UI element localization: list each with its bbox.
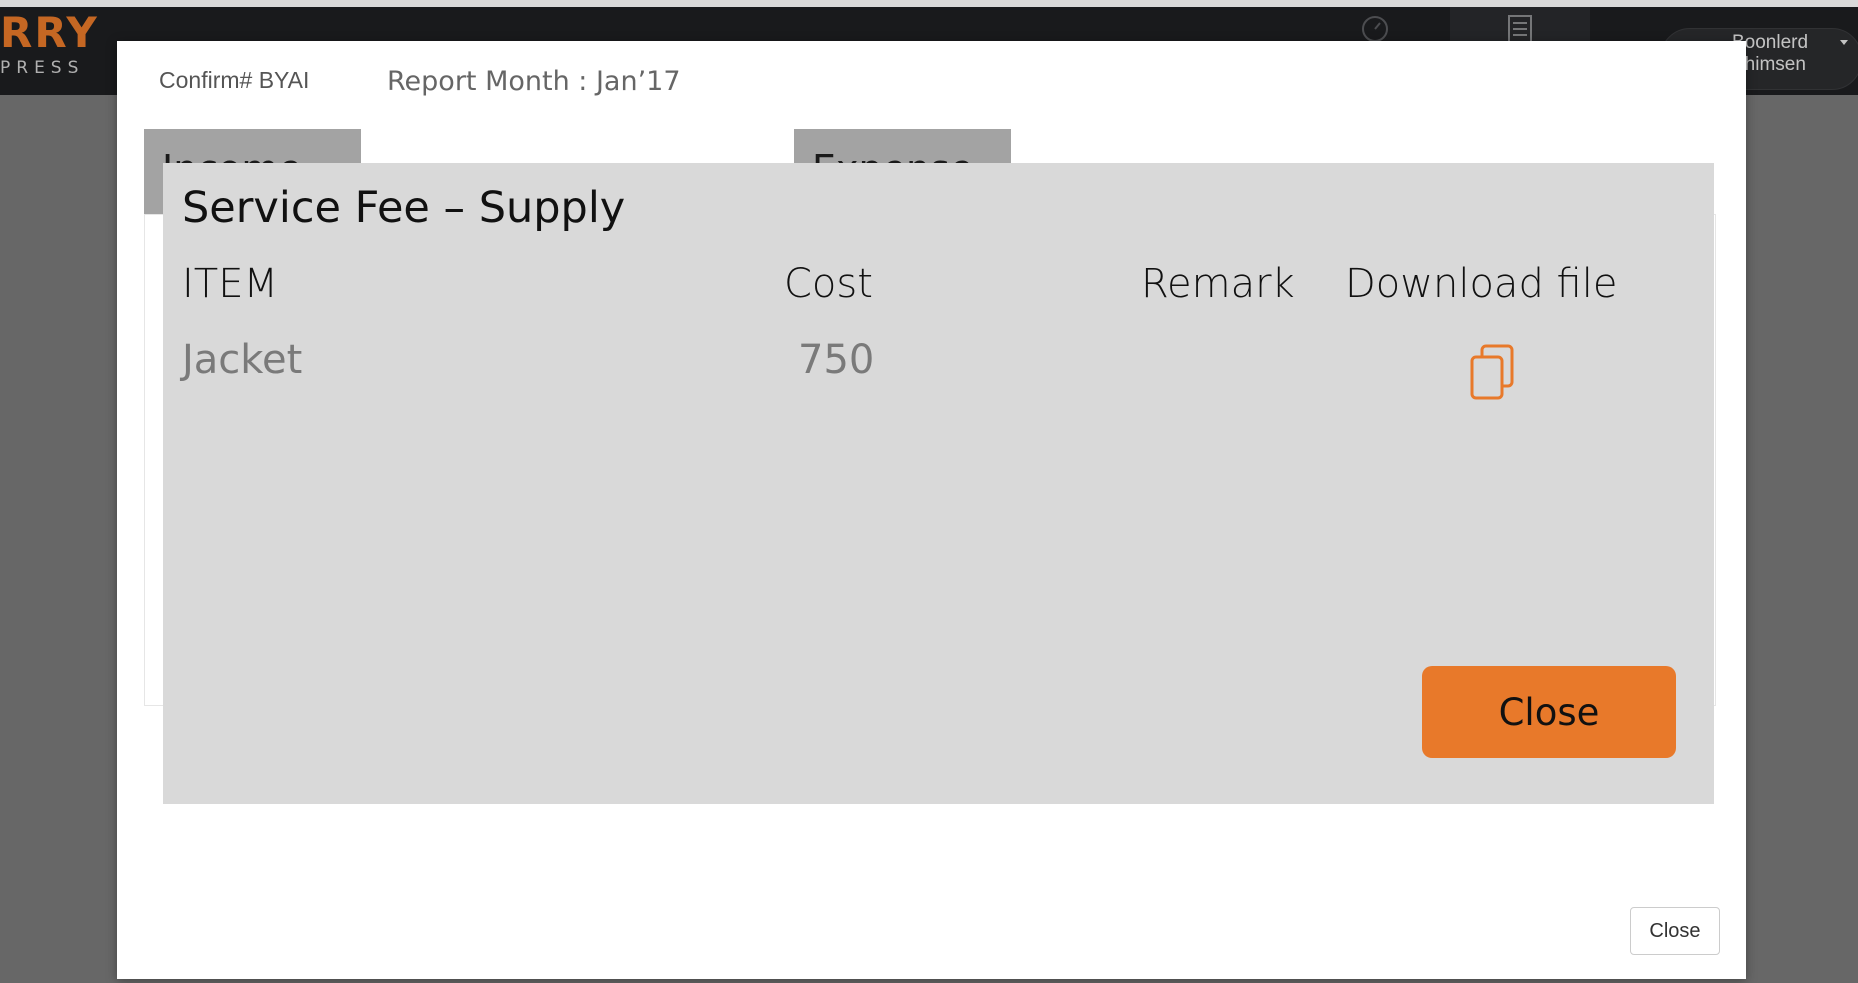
- cell-cost: 750: [798, 337, 875, 383]
- column-header-download: Download file: [1345, 261, 1618, 307]
- service-fee-dialog: Service Fee – Supply ITEM Cost Remark Do…: [163, 163, 1714, 804]
- dialog-title: Service Fee – Supply: [182, 183, 626, 233]
- copy-files-icon[interactable]: [1469, 344, 1515, 400]
- modal-close-button[interactable]: Close: [1630, 907, 1720, 955]
- column-header-item: ITEM: [182, 261, 279, 307]
- dialog-close-button[interactable]: Close: [1422, 666, 1676, 758]
- confirm-number: Confirm# BYAI: [159, 67, 310, 93]
- column-header-remark: Remark: [1141, 261, 1295, 307]
- report-month: Report Month : Jan’17: [387, 66, 681, 97]
- column-header-cost: Cost: [784, 261, 873, 307]
- cell-item: Jacket: [182, 337, 303, 383]
